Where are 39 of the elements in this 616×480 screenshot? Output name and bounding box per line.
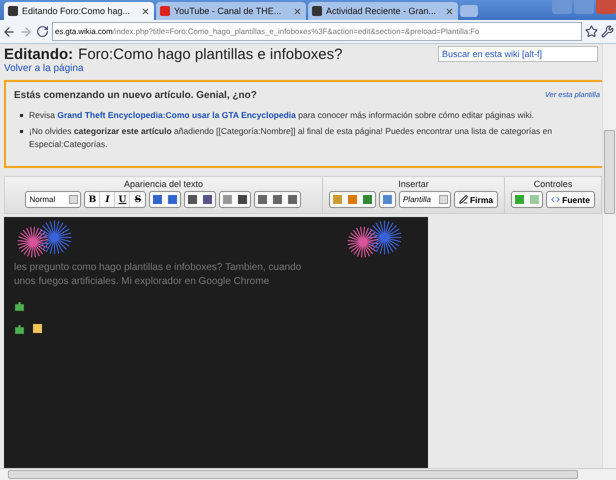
group-title: Apariencia del texto bbox=[124, 179, 204, 189]
group-title: Insertar bbox=[398, 179, 429, 189]
back-link[interactable]: Volver a la página bbox=[4, 63, 342, 74]
format-select[interactable]: Normal bbox=[25, 191, 82, 208]
browser-tab[interactable]: Editando Foro:Como hag... bbox=[4, 2, 154, 20]
puzzle-icon bbox=[14, 301, 25, 312]
signature-button[interactable]: Firma bbox=[454, 191, 498, 208]
close-icon[interactable] bbox=[293, 6, 302, 16]
puzzle-icon bbox=[14, 324, 25, 335]
bullet-icon bbox=[20, 114, 23, 117]
source-button[interactable]: Fuente bbox=[546, 191, 595, 208]
pen-icon bbox=[458, 195, 468, 204]
text-style-button[interactable]: S bbox=[130, 192, 146, 207]
close-icon[interactable] bbox=[445, 6, 454, 16]
group-title: Controles bbox=[534, 179, 572, 189]
vertical-scrollbar[interactable] bbox=[602, 44, 616, 468]
back-icon[interactable] bbox=[2, 24, 16, 38]
template-select[interactable]: Plantilla bbox=[398, 191, 451, 208]
bullet-icon bbox=[20, 130, 23, 133]
note-icon bbox=[33, 324, 42, 333]
browser-tab[interactable]: Actividad Reciente - Gran... bbox=[308, 2, 458, 20]
code-icon bbox=[551, 195, 560, 204]
browser-tab[interactable]: YouTube - Canal de THE... bbox=[156, 2, 306, 20]
notice-item: ¡No olvides categorizar este artículo añadiendo [[Categoría:Nombre]] al final de esta página! Puedes encontrar una lista de categorías en Especial:Categorías. bbox=[29, 125, 554, 151]
reload-icon[interactable] bbox=[36, 25, 49, 38]
text-style-button[interactable]: I bbox=[100, 192, 116, 207]
wrench-icon[interactable] bbox=[601, 25, 614, 38]
close-icon[interactable] bbox=[141, 6, 150, 16]
search-field[interactable]: Buscar en esta wiki [alt-f] bbox=[438, 46, 598, 62]
text-style-button[interactable]: U bbox=[115, 192, 130, 207]
editor-text: unos fuegos artificiales. Mi explorador en Google Chrome bbox=[14, 275, 270, 289]
notice-title: Estás comenzando un nuevo artículo. Genial, ¿no? bbox=[14, 90, 257, 101]
notice-item: Revisa Grand Theft Encyclopedia:Como usar la GTA Encyclopedia para conocer más información sobre cómo editar páginas wiki. bbox=[29, 109, 534, 122]
text-style-button[interactable]: B bbox=[85, 192, 100, 207]
star-icon[interactable] bbox=[585, 25, 598, 38]
page-heading: Editando: Foro:Como hago plantillas e infoboxes? bbox=[4, 46, 342, 63]
editor-text: les pregunto como hago plantillas e infoboxes? Tambien, cuando bbox=[14, 261, 302, 275]
editor-area[interactable]: les pregunto como hago plantillas e infoboxes? Tambien, cuando unos fuegos artificiales. Mi explorador en Google Chrome bbox=[4, 217, 428, 468]
horizontal-scrollbar[interactable] bbox=[0, 468, 616, 480]
